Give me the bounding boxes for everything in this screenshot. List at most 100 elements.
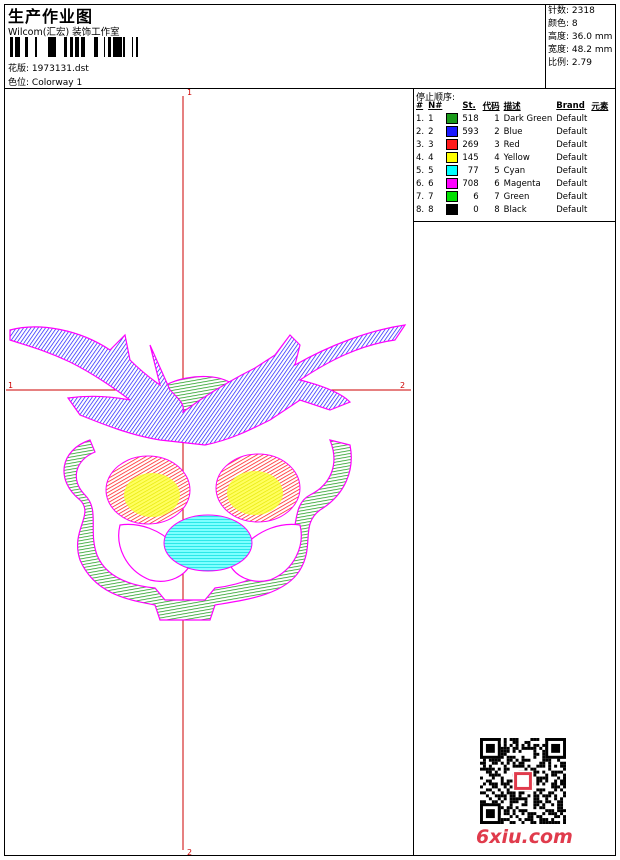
col-stitches: St.	[462, 101, 476, 111]
row-needle: 8	[428, 204, 434, 215]
row-needle: 4	[428, 152, 434, 163]
row-element	[589, 125, 610, 138]
row-stitches: 708	[462, 178, 479, 189]
stat-width: 宽度: 48.2 mm	[548, 45, 613, 55]
row-brand: Default	[556, 204, 588, 215]
row-stitches: 0	[473, 204, 479, 215]
col-element: 元素	[591, 102, 609, 112]
row-swatch	[444, 177, 460, 190]
left-eye	[105, 455, 191, 525]
table-row: 5. 5 77 5 Cyan Default	[414, 164, 610, 177]
axis-label-bottom: 2	[187, 848, 192, 856]
stats-divider	[545, 4, 546, 88]
row-code: 3	[494, 139, 500, 150]
row-element	[589, 164, 610, 177]
row-index: 4.	[416, 152, 425, 163]
row-description: Magenta	[503, 178, 541, 189]
row-swatch	[444, 203, 460, 216]
row-code: 1	[494, 113, 500, 124]
row-description: Green	[503, 191, 530, 202]
row-code: 6	[494, 178, 500, 189]
table-row: 7. 7 6 7 Green Default	[414, 190, 610, 203]
row-stitches: 269	[462, 139, 479, 150]
row-element	[589, 112, 610, 125]
row-code: 7	[494, 191, 500, 202]
row-element	[589, 203, 610, 216]
row-code: 5	[494, 165, 500, 176]
row-brand: Default	[556, 191, 588, 202]
row-swatch	[444, 112, 460, 125]
embroidery-design: 1 2 1 2	[6, 88, 411, 856]
row-element	[589, 177, 610, 190]
row-stitches: 145	[462, 152, 479, 163]
row-brand: Default	[556, 126, 588, 137]
col-description: 描述	[503, 102, 521, 112]
row-stitches: 6	[473, 191, 479, 202]
table-header-row: # N# St. 代码 描述 Brand 元素	[414, 100, 610, 112]
color-swatch	[446, 152, 459, 163]
color-swatch	[446, 113, 459, 124]
stat-height: 高度: 36.0 mm	[548, 32, 613, 42]
stat-colors: 颜色: 8	[548, 19, 578, 29]
stat-stitches: 针数: 2318	[548, 6, 595, 16]
row-index: 5.	[416, 165, 425, 176]
stop-sequence-table: # N# St. 代码 描述 Brand 元素 1. 1 518 1 Dark Gree…	[414, 100, 610, 216]
color-swatch	[446, 126, 459, 137]
row-code: 8	[494, 204, 500, 215]
row-needle: 5	[428, 165, 434, 176]
row-code: 2	[494, 126, 500, 137]
row-description: Black	[503, 204, 527, 215]
axis-label-top: 1	[187, 88, 192, 97]
row-brand: Default	[556, 113, 588, 124]
stat-scale: 比例: 2.79	[548, 58, 592, 68]
table-row: 1. 1 518 1 Dark Green Default	[414, 112, 610, 125]
row-needle: 3	[428, 139, 434, 150]
table-row: 6. 6 708 6 Magenta Default	[414, 177, 610, 190]
axis-label-right: 2	[400, 381, 405, 390]
table-row: 3. 3 269 3 Red Default	[414, 138, 610, 151]
color-swatch	[446, 139, 459, 150]
row-description: Cyan	[503, 165, 526, 176]
row-index: 3.	[416, 139, 425, 150]
row-needle: 6	[428, 178, 434, 189]
row-element	[589, 190, 610, 203]
row-stitches: 77	[467, 165, 479, 176]
row-swatch	[444, 190, 460, 203]
row-brand: Default	[556, 165, 588, 176]
table-row: 4. 4 145 4 Yellow Default	[414, 151, 610, 164]
sequence-bottom-divider	[413, 221, 616, 222]
row-swatch	[444, 138, 460, 151]
row-description: Yellow	[503, 152, 530, 163]
row-swatch	[444, 125, 460, 138]
row-needle: 7	[428, 191, 434, 202]
table-row: 8. 8 0 8 Black Default	[414, 203, 610, 216]
row-brand: Default	[556, 139, 588, 150]
row-swatch	[444, 164, 460, 177]
right-eye	[215, 453, 301, 523]
watermark-logo: 6xiu.com	[476, 826, 573, 848]
color-swatch	[446, 165, 459, 176]
col-index: #	[416, 101, 424, 111]
row-brand: Default	[556, 152, 588, 163]
row-index: 1.	[416, 113, 425, 124]
row-description: Red	[503, 139, 520, 150]
col-brand: Brand	[556, 101, 585, 111]
row-code: 4	[494, 152, 500, 163]
qr-code	[480, 738, 566, 824]
row-index: 7.	[416, 191, 425, 202]
table-row: 2. 2 593 2 Blue Default	[414, 125, 610, 138]
row-element	[589, 138, 610, 151]
row-description: Dark Green	[503, 113, 553, 124]
row-index: 6.	[416, 178, 425, 189]
row-stitches: 593	[462, 126, 479, 137]
row-brand: Default	[556, 178, 588, 189]
row-index: 2.	[416, 126, 425, 137]
color-swatch	[446, 178, 459, 189]
cyan-nose	[163, 514, 253, 572]
col-needle: N#	[428, 101, 443, 111]
axis-label-left: 1	[8, 381, 13, 390]
color-swatch	[446, 204, 459, 215]
color-swatch	[446, 191, 459, 202]
row-element	[589, 151, 610, 164]
row-description: Blue	[503, 126, 523, 137]
